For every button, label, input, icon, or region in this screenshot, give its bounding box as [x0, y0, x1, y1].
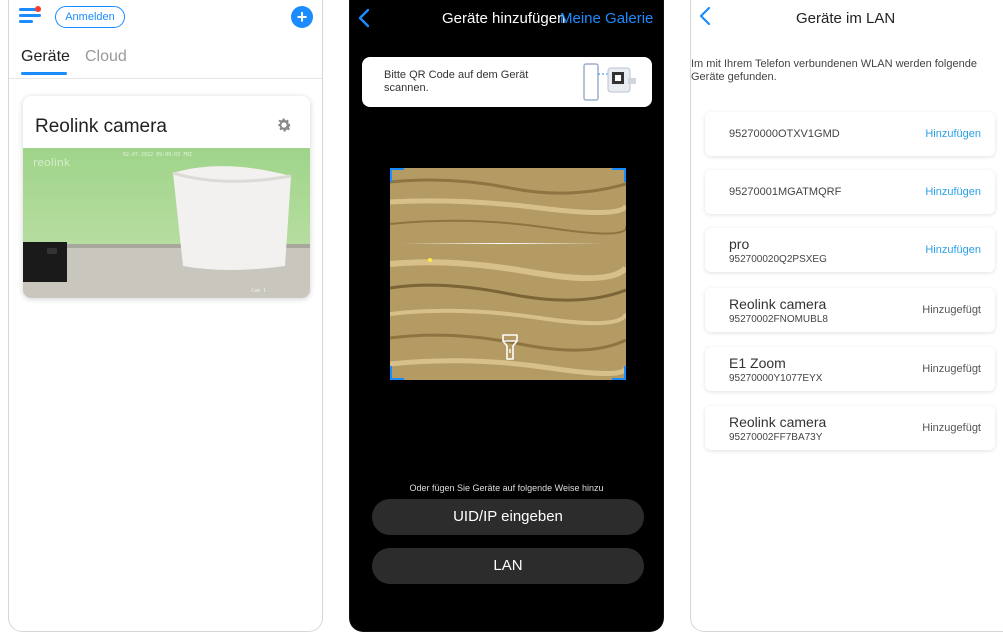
screen-title: Geräte im LAN: [796, 10, 896, 27]
scan-corner: [612, 366, 626, 380]
qr-scan-viewport: [390, 168, 626, 380]
login-button[interactable]: Anmelden: [55, 6, 125, 28]
device-uid: 95270001MGATMQRF: [729, 186, 842, 198]
svg-text:Cam 1: Cam 1: [251, 288, 266, 294]
add-device-button[interactable]: Hinzufügen: [925, 228, 981, 272]
device-uid: 952700020Q2PSXEG: [729, 254, 827, 265]
device-row: E1 Zoom 95270000Y1077EYX Hinzugefügt: [705, 347, 995, 391]
add-device-screen: Geräte hinzufügen Meine Galerie Bitte QR…: [349, 0, 664, 632]
tab-cloud[interactable]: Cloud: [85, 48, 127, 66]
device-uid: 95270002FF7BA73Y: [729, 432, 823, 443]
device-uid: 95270000OTXV1GMD: [729, 128, 840, 140]
device-name: pro: [729, 236, 750, 252]
screen-title: Geräte hinzufügen: [442, 10, 566, 27]
active-tab-indicator: [21, 72, 67, 75]
scan-corner: [612, 168, 626, 182]
add-device-icon[interactable]: +: [291, 6, 313, 28]
tabs-divider: [9, 78, 322, 79]
device-row: 95270000OTXV1GMD Hinzufügen: [705, 112, 995, 156]
device-row: Reolink camera 95270002FF7BA73Y Hinzugef…: [705, 406, 995, 450]
device-uid: 95270002FNOMUBL8: [729, 314, 828, 325]
device-uid: 95270000Y1077EYX: [729, 373, 823, 384]
device-name: Reolink camera: [729, 296, 827, 312]
alternative-methods-text: Oder fügen Sie Geräte auf folgende Weise…: [409, 483, 604, 493]
back-arrow-icon[interactable]: [358, 8, 372, 30]
device-name: E1 Zoom: [729, 355, 786, 371]
device-added-status: Hinzugefügt: [922, 363, 981, 375]
device-added-status: Hinzugefügt: [922, 422, 981, 434]
add-device-button[interactable]: Hinzufügen: [925, 170, 981, 214]
scan-corner: [390, 168, 404, 182]
device-row: 95270001MGATMQRF Hinzufügen: [705, 170, 995, 214]
scan-corner: [390, 366, 404, 380]
svg-text:02-07-2022 09:09:03 FRI: 02-07-2022 09:09:03 FRI: [123, 152, 192, 158]
tab-bar: Geräte Cloud: [21, 48, 310, 76]
uid-ip-button[interactable]: UID/IP eingeben: [372, 499, 644, 535]
tab-devices[interactable]: Geräte: [21, 48, 70, 66]
flashlight-icon[interactable]: [500, 333, 520, 361]
lan-hint-text: Im mit Ihrem Telefon verbundenen WLAN we…: [691, 58, 977, 83]
lan-button[interactable]: LAN: [372, 548, 644, 584]
device-row: pro 952700020Q2PSXEG Hinzufügen: [705, 228, 995, 272]
camera-snapshot[interactable]: reolink 02-07-2022 09:09:03 FRI Cam 1: [23, 148, 310, 298]
notification-dot: [35, 6, 41, 12]
svg-text:reolink: reolink: [33, 156, 71, 169]
scan-line: [400, 243, 606, 244]
qr-hint-text: Bitte QR Code auf dem Gerät scannen.: [384, 69, 529, 94]
add-device-button[interactable]: Hinzufügen: [925, 112, 981, 156]
qr-hint-card: Bitte QR Code auf dem Gerät scannen.: [362, 57, 652, 107]
camera-title: Reolink camera: [35, 116, 167, 137]
gallery-link[interactable]: Meine Galerie: [560, 10, 653, 27]
back-arrow-icon[interactable]: [699, 6, 713, 28]
qr-code-camera-icon: [582, 62, 638, 102]
camera-card[interactable]: Reolink camera reolink 02-07-2022 09:09:…: [23, 96, 310, 298]
lan-devices-screen: Geräte im LAN Im mit Ihrem Telefon verbu…: [690, 0, 1003, 632]
device-added-status: Hinzugefügt: [922, 304, 981, 316]
devices-screen: Anmelden + Geräte Cloud Reolink camera r…: [8, 0, 323, 632]
gear-icon[interactable]: [275, 116, 293, 134]
device-row: Reolink camera 95270002FNOMUBL8 Hinzugef…: [705, 288, 995, 332]
device-name: Reolink camera: [729, 414, 827, 430]
